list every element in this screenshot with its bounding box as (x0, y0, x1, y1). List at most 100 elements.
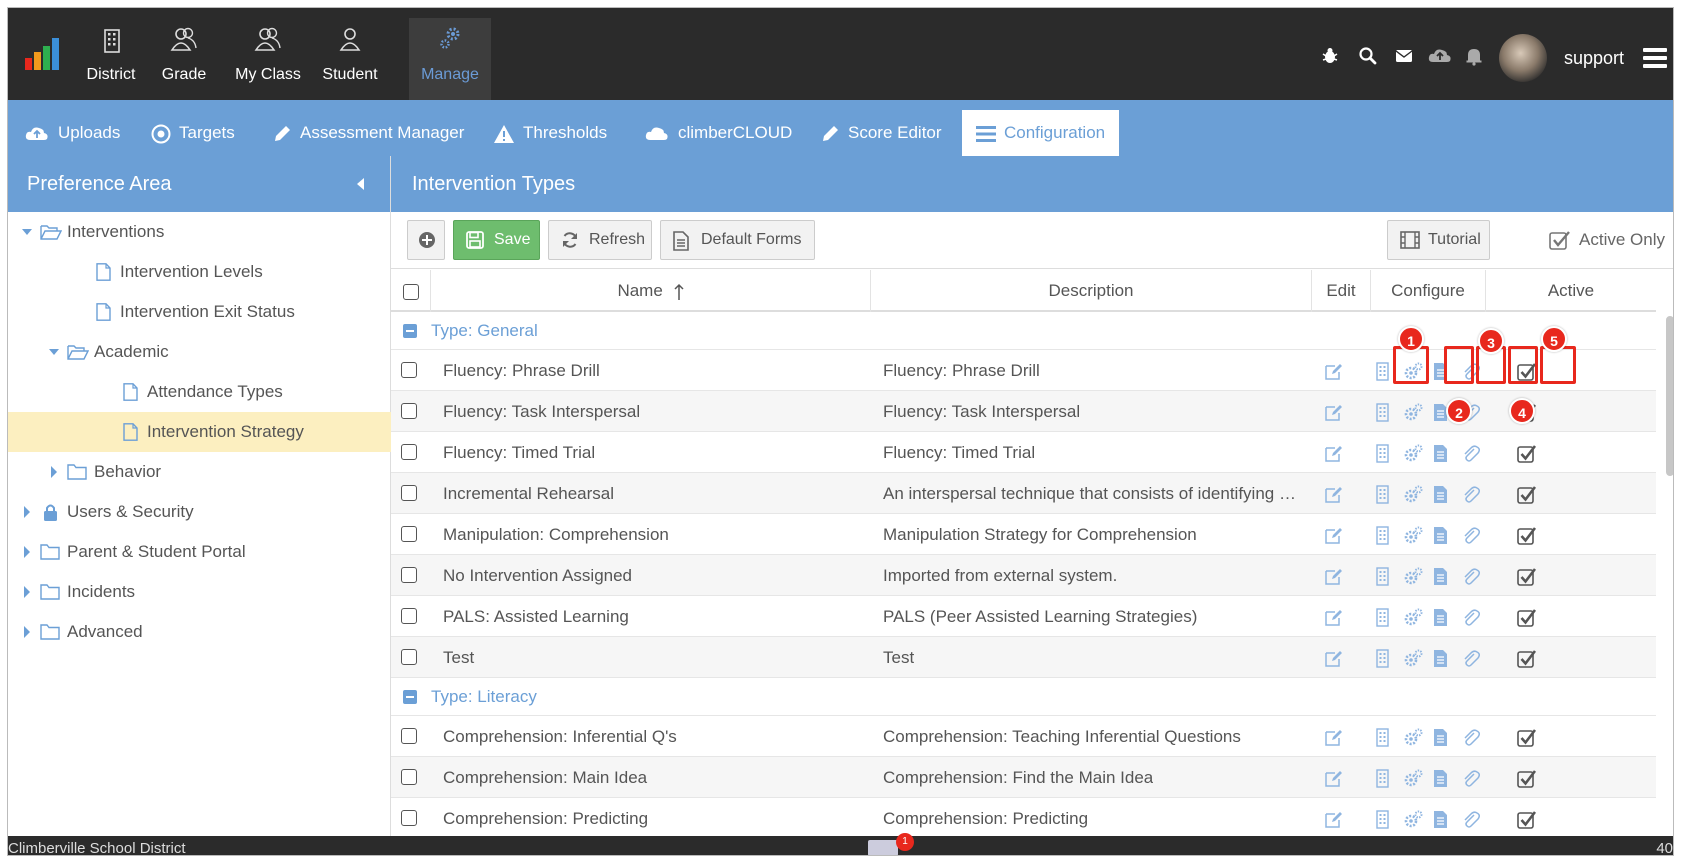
document-icon[interactable] (1431, 444, 1451, 464)
mail-icon[interactable] (1394, 46, 1414, 66)
building-icon[interactable] (1373, 403, 1393, 423)
active-only-toggle[interactable]: Active Only (1549, 220, 1665, 260)
edit-icon[interactable] (1324, 485, 1344, 505)
tree-item[interactable]: Incidents (8, 572, 391, 612)
document-icon[interactable] (1431, 526, 1451, 546)
building-icon[interactable] (1373, 567, 1393, 587)
caret-down-icon[interactable] (48, 332, 60, 372)
caret-right-icon[interactable] (21, 492, 33, 532)
paperclip-icon[interactable] (1461, 810, 1481, 830)
save-button[interactable]: Save (453, 220, 540, 260)
row-checkbox[interactable] (401, 403, 417, 419)
nav-district[interactable]: District (80, 18, 142, 100)
row-checkbox[interactable] (401, 567, 417, 583)
gears-icon[interactable] (1403, 444, 1423, 464)
select-all-checkbox[interactable] (402, 283, 419, 300)
tab-assessment-manager[interactable]: Assessment Manager (272, 110, 464, 156)
row-checkbox[interactable] (401, 485, 417, 501)
table-row[interactable]: Comprehension: Predicting Comprehension: … (391, 798, 1656, 839)
nav-my-class[interactable]: My Class (230, 18, 306, 100)
row-checkbox[interactable] (401, 608, 417, 624)
document-icon[interactable] (1431, 485, 1451, 505)
tree-item[interactable]: Intervention Exit Status (8, 292, 391, 332)
paperclip-icon[interactable] (1461, 485, 1481, 505)
caret-down-icon[interactable] (21, 212, 33, 252)
col-description[interactable]: Description (871, 270, 1312, 312)
table-row[interactable]: PALS: Assisted Learning PALS (Peer Assist… (391, 596, 1656, 637)
refresh-button[interactable]: Refresh (548, 220, 652, 260)
caret-right-icon[interactable] (48, 452, 60, 492)
document-icon[interactable] (1431, 567, 1451, 587)
tab-uploads[interactable]: Uploads (24, 110, 120, 156)
tree-item[interactable]: Intervention Strategy (8, 412, 391, 452)
search-icon[interactable] (1358, 46, 1378, 66)
document-icon[interactable] (1431, 728, 1451, 748)
active-check-icon[interactable] (1517, 608, 1537, 628)
row-checkbox[interactable] (401, 769, 417, 785)
cloud-upload-icon[interactable] (1428, 46, 1452, 66)
gears-icon[interactable] (1403, 608, 1423, 628)
edit-icon[interactable] (1324, 769, 1344, 789)
document-icon[interactable] (1431, 810, 1451, 830)
active-check-icon[interactable] (1517, 769, 1537, 789)
building-icon[interactable] (1373, 649, 1393, 669)
row-checkbox[interactable] (401, 526, 417, 542)
tree-item[interactable]: Parent & Student Portal (8, 532, 391, 572)
tutorial-button[interactable]: Tutorial (1387, 220, 1490, 260)
tree-item[interactable]: Intervention Levels (8, 252, 391, 292)
nav-student[interactable]: Student (318, 18, 382, 100)
table-row[interactable]: Test Test (391, 637, 1656, 678)
paperclip-icon[interactable] (1461, 444, 1481, 464)
col-name[interactable]: Name (431, 270, 871, 312)
paperclip-icon[interactable] (1461, 608, 1481, 628)
default-forms-button[interactable]: Default Forms (660, 220, 815, 260)
building-icon[interactable] (1373, 810, 1393, 830)
app-logo[interactable] (25, 36, 65, 70)
caret-right-icon[interactable] (21, 572, 33, 612)
table-row[interactable]: Comprehension: Inferential Q's Comprehens… (391, 716, 1656, 757)
active-check-icon[interactable] (1517, 526, 1537, 546)
bell-icon[interactable] (1464, 46, 1484, 66)
active-check-icon[interactable] (1517, 444, 1537, 464)
row-checkbox[interactable] (401, 728, 417, 744)
building-icon[interactable] (1373, 769, 1393, 789)
building-icon[interactable] (1373, 608, 1393, 628)
edit-icon[interactable] (1324, 444, 1344, 464)
bug-icon[interactable] (1320, 46, 1340, 66)
row-checkbox[interactable] (401, 362, 417, 378)
table-row[interactable]: No Intervention Assigned Imported from ex… (391, 555, 1656, 596)
edit-icon[interactable] (1324, 728, 1344, 748)
collapse-group-icon[interactable] (403, 690, 417, 704)
gears-icon[interactable] (1403, 649, 1423, 669)
edit-icon[interactable] (1324, 362, 1344, 382)
hamburger-menu-icon[interactable] (1643, 48, 1667, 68)
active-check-icon[interactable] (1517, 649, 1537, 669)
document-icon[interactable] (1431, 608, 1451, 628)
gears-icon[interactable] (1403, 769, 1423, 789)
document-icon[interactable] (1431, 769, 1451, 789)
gears-icon[interactable] (1403, 485, 1423, 505)
building-icon[interactable] (1373, 728, 1393, 748)
vertical-scrollbar[interactable] (1666, 316, 1673, 476)
caret-right-icon[interactable] (21, 612, 33, 652)
active-check-icon[interactable] (1517, 485, 1537, 505)
gears-icon[interactable] (1403, 728, 1423, 748)
row-checkbox[interactable] (401, 444, 417, 460)
tab-targets[interactable]: Targets (151, 110, 235, 156)
table-row[interactable]: Fluency: Timed Trial Fluency: Timed Trial (391, 432, 1656, 473)
table-row[interactable]: Comprehension: Main Idea Comprehension: F… (391, 757, 1656, 798)
gears-icon[interactable] (1403, 526, 1423, 546)
edit-icon[interactable] (1324, 649, 1344, 669)
table-row[interactable]: Incremental Rehearsal An interspersal tec… (391, 473, 1656, 514)
paperclip-icon[interactable] (1461, 526, 1481, 546)
edit-icon[interactable] (1324, 608, 1344, 628)
tab-configuration[interactable]: Configuration (962, 110, 1120, 156)
group-row[interactable]: Type: Literacy (391, 678, 1656, 716)
tab-score-editor[interactable]: Score Editor (820, 110, 942, 156)
group-row[interactable]: Type: General (391, 312, 1656, 350)
document-icon[interactable] (1431, 649, 1451, 669)
tree-item[interactable]: Academic (8, 332, 391, 372)
row-checkbox[interactable] (401, 810, 417, 826)
tab-thresholds[interactable]: Thresholds (493, 110, 607, 156)
active-check-icon[interactable] (1517, 567, 1537, 587)
